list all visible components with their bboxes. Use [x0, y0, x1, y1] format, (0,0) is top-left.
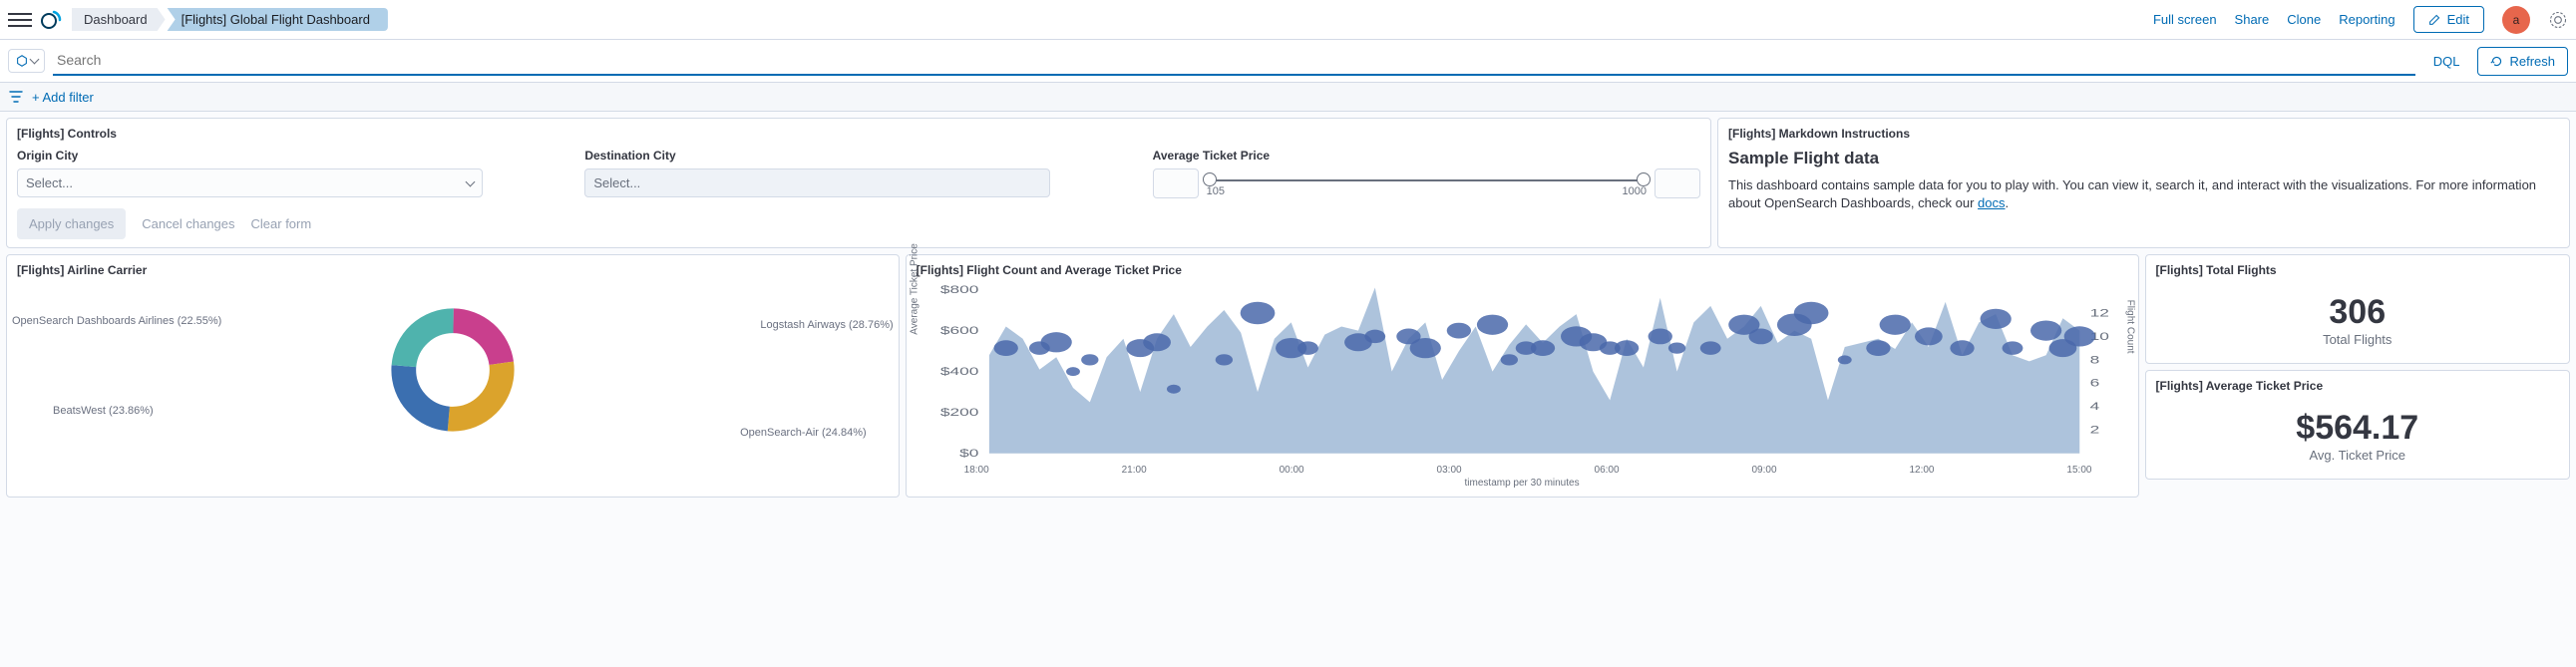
origin-city-select[interactable]: Select... — [17, 168, 483, 197]
svg-text:6: 6 — [2089, 378, 2099, 390]
donut-label-osd-airlines: OpenSearch Dashboards Airlines (22.55%) — [12, 315, 221, 327]
index-pattern-button[interactable] — [8, 49, 45, 73]
panel-title: [Flights] Controls — [17, 127, 1700, 141]
edit-button[interactable]: Edit — [2413, 6, 2484, 33]
avatar[interactable]: a — [2502, 6, 2530, 34]
refresh-icon — [2490, 55, 2503, 68]
y-axis-right-label: Flight Count — [2124, 300, 2135, 354]
origin-city-control: Origin City Select... — [17, 149, 564, 198]
panel-title: [Flights] Flight Count and Average Ticke… — [917, 263, 2128, 277]
svg-text:4: 4 — [2089, 401, 2099, 413]
edit-button-label: Edit — [2447, 12, 2469, 27]
slider-min-input[interactable] — [1153, 168, 1199, 198]
svg-text:$0: $0 — [959, 448, 978, 460]
donut-label-beatswest: BeatsWest (23.86%) — [53, 405, 154, 417]
total-flights-panel: [Flights] Total Flights 306 Total Flight… — [2145, 254, 2571, 364]
markdown-heading: Sample Flight data — [1728, 149, 2559, 168]
svg-text:$400: $400 — [940, 366, 979, 378]
controls-panel: [Flights] Controls Origin City Select...… — [6, 118, 1711, 248]
pencil-icon — [2428, 13, 2441, 26]
search-input[interactable] — [53, 46, 2415, 76]
svg-text:8: 8 — [2089, 354, 2099, 366]
x-axis-ticks: 18:0021:0000:0003:0006:0009:0012:0015:00 — [917, 465, 2128, 476]
origin-city-value: Select... — [26, 175, 73, 190]
cancel-changes-button[interactable]: Cancel changes — [142, 216, 234, 231]
slider-min-label: 105 — [1207, 185, 1225, 197]
donut-label-logstash: Logstash Airways (28.76%) — [760, 319, 893, 331]
svg-text:2: 2 — [2089, 424, 2099, 436]
ticket-price-slider[interactable]: 105 1000 — [1207, 169, 1647, 197]
slider-thumb-max[interactable] — [1637, 172, 1651, 186]
top-actions: Full screen Share Clone Reporting Edit a — [2153, 6, 2568, 34]
panel-title: [Flights] Markdown Instructions — [1728, 127, 2559, 141]
ticket-price-label: Average Ticket Price — [1153, 149, 1700, 163]
airline-carrier-panel: [Flights] Airline Carrier OpenSearch Das… — [6, 254, 900, 498]
total-flights-value: 306 — [2156, 293, 2560, 332]
index-icon — [15, 54, 29, 68]
slider-max-label: 1000 — [1623, 185, 1647, 197]
slider-max-input[interactable] — [1655, 168, 1700, 198]
avg-price-sub: Avg. Ticket Price — [2156, 448, 2560, 463]
nav-toggle-button[interactable] — [8, 8, 32, 32]
origin-city-label: Origin City — [17, 149, 564, 163]
add-filter-button[interactable]: + Add filter — [32, 90, 94, 105]
flight-count-price-panel: [Flights] Flight Count and Average Ticke… — [906, 254, 2139, 498]
opensearch-logo-icon[interactable] — [40, 8, 64, 32]
breadcrumb: Dashboard [Flights] Global Flight Dashbo… — [72, 8, 388, 31]
panel-title: [Flights] Total Flights — [2156, 263, 2560, 277]
donut-label-opensearch-air: OpenSearch-Air (24.84%) — [740, 427, 867, 439]
svg-text:12: 12 — [2089, 307, 2108, 319]
refresh-button-label: Refresh — [2509, 54, 2555, 69]
dest-city-select[interactable]: Select... — [584, 168, 1050, 197]
breadcrumb-current[interactable]: [Flights] Global Flight Dashboard — [160, 8, 388, 31]
help-icon[interactable] — [2548, 10, 2568, 30]
top-navbar: Dashboard [Flights] Global Flight Dashbo… — [0, 0, 2576, 40]
flight-combo-chart[interactable]: Average Ticket Price Flight Count $0$200… — [917, 285, 2128, 465]
svg-text:$600: $600 — [940, 325, 979, 337]
y-axis-left-label: Average Ticket Price — [909, 243, 920, 335]
refresh-button[interactable]: Refresh — [2477, 47, 2568, 76]
docs-link[interactable]: docs — [1978, 195, 2005, 210]
fullscreen-link[interactable]: Full screen — [2153, 12, 2217, 27]
total-flights-sub: Total Flights — [2156, 332, 2560, 347]
filter-bar: + Add filter — [0, 83, 2576, 112]
avg-ticket-price-panel: [Flights] Average Ticket Price $564.17 A… — [2145, 370, 2571, 480]
markdown-text: This dashboard contains sample data for … — [1728, 176, 2559, 212]
ticket-price-control: Average Ticket Price 105 1000 — [1153, 149, 1700, 198]
avg-price-value: $564.17 — [2156, 409, 2560, 448]
reporting-link[interactable]: Reporting — [2339, 12, 2394, 27]
chevron-down-icon — [467, 175, 474, 190]
dest-city-value: Select... — [593, 175, 640, 190]
svg-text:$800: $800 — [940, 285, 979, 296]
dest-city-control: Destination City Select... — [584, 149, 1132, 198]
chevron-down-icon — [31, 54, 38, 68]
dql-toggle[interactable]: DQL — [2423, 54, 2470, 69]
panel-title: [Flights] Average Ticket Price — [2156, 379, 2560, 393]
clone-link[interactable]: Clone — [2287, 12, 2321, 27]
apply-changes-button[interactable]: Apply changes — [17, 208, 126, 239]
slider-thumb-min[interactable] — [1203, 172, 1217, 186]
x-axis-label: timestamp per 30 minutes — [917, 478, 2128, 489]
svg-text:$200: $200 — [940, 407, 979, 419]
dest-city-label: Destination City — [584, 149, 1132, 163]
breadcrumb-dashboard[interactable]: Dashboard — [72, 8, 166, 31]
query-bar: DQL Refresh — [0, 40, 2576, 83]
panel-title: [Flights] Airline Carrier — [17, 263, 889, 277]
clear-form-button[interactable]: Clear form — [251, 216, 312, 231]
filter-options-icon[interactable] — [8, 89, 24, 105]
donut-chart-icon — [388, 305, 518, 435]
share-link[interactable]: Share — [2235, 12, 2270, 27]
airline-carrier-chart[interactable]: OpenSearch Dashboards Airlines (22.55%) … — [17, 285, 889, 455]
markdown-panel: [Flights] Markdown Instructions Sample F… — [1717, 118, 2570, 248]
